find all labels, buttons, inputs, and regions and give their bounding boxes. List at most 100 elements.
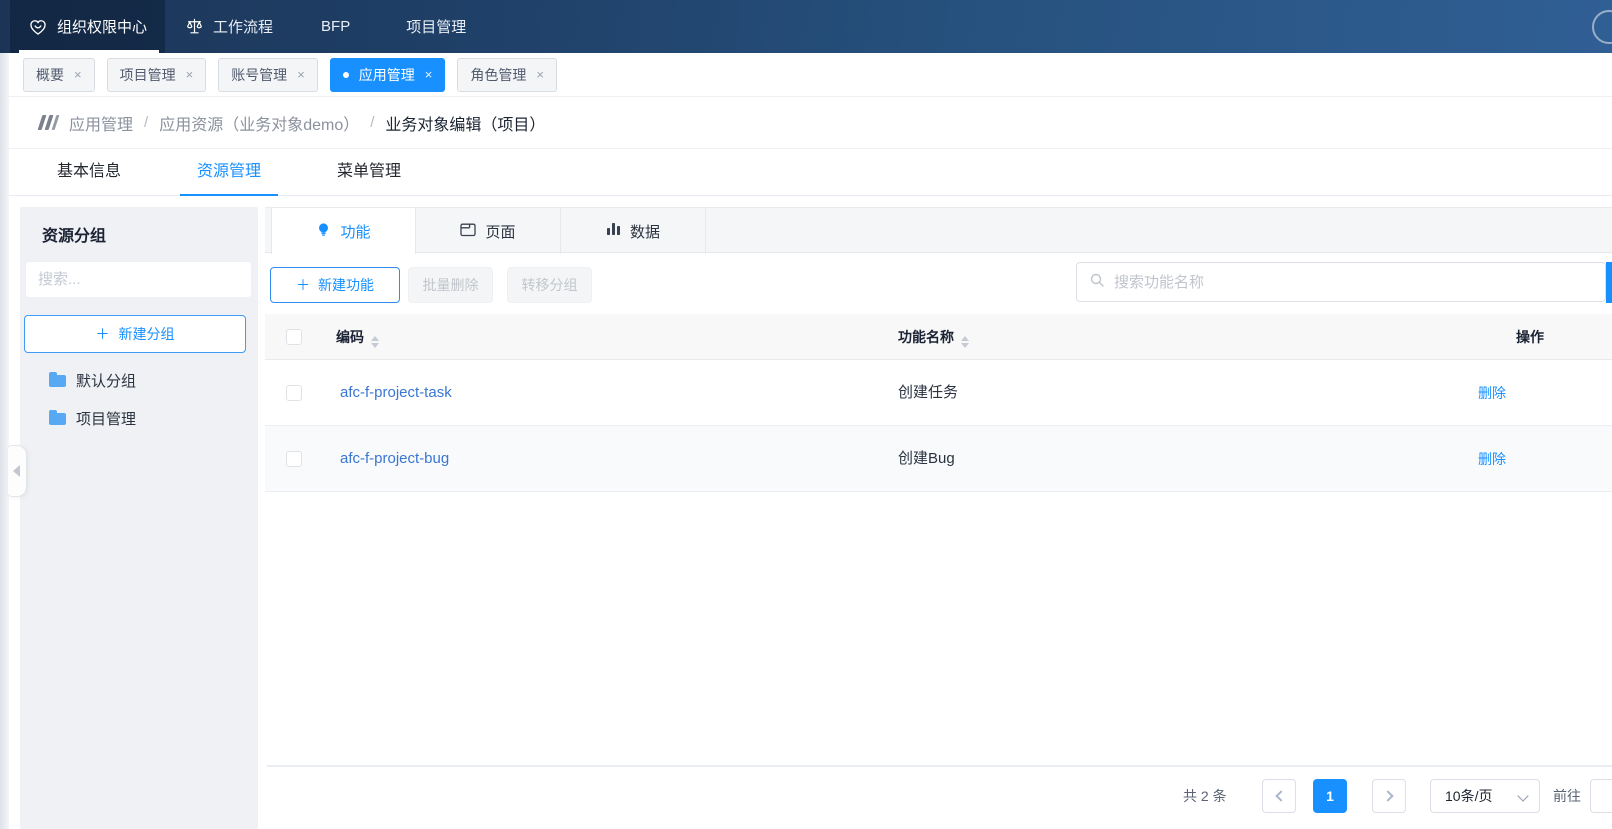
table-header: 编码 功能名称 操作 — [265, 314, 1612, 360]
sort-icon[interactable] — [961, 336, 969, 348]
function-code-link[interactable]: afc-f-project-bug — [340, 426, 449, 492]
tab-resource-management[interactable]: 资源管理 — [180, 149, 278, 195]
next-page-button[interactable] — [1372, 779, 1406, 813]
breadcrumb-item-current: 业务对象编辑（项目） — [385, 111, 545, 135]
app-window: 组织权限中心 工作流程 BFP 项目管理 概要 × 项目管理 × — [0, 0, 1612, 829]
group-item-project-management[interactable]: 项目管理 — [20, 403, 258, 433]
sidebar-title: 资源分组 — [42, 222, 106, 246]
batch-delete-button[interactable]: 批量删除 — [408, 267, 493, 303]
tab-label: 应用管理 — [359, 65, 415, 85]
column-header-name[interactable]: 功能名称 — [898, 314, 969, 360]
search-icon — [1089, 272, 1105, 293]
tab-label: 账号管理 — [231, 65, 287, 85]
new-group-label: 新建分组 — [119, 324, 175, 344]
resource-group-sidebar: 资源分组 ＋ 新建分组 默认分组 项目管理 — [20, 207, 258, 829]
sidebar-collapse-handle[interactable] — [8, 445, 27, 497]
select-all-checkbox[interactable] — [286, 329, 302, 345]
column-header-code[interactable]: 编码 — [336, 314, 379, 360]
breadcrumb: 应用管理 / 应用资源（业务对象demo） / 业务对象编辑（项目） — [0, 97, 1612, 149]
function-name: 创建Bug — [898, 426, 955, 492]
plus-icon: ＋ — [96, 324, 110, 344]
function-search-input[interactable] — [1114, 274, 1605, 291]
tab-basic-info[interactable]: 基本信息 — [40, 149, 138, 195]
tab-function[interactable]: 功能 — [271, 208, 416, 254]
sort-icon[interactable] — [371, 336, 379, 348]
close-icon[interactable]: × — [425, 68, 433, 81]
bar-chart-icon — [606, 222, 621, 240]
nav-item-workflow[interactable]: 工作流程 — [165, 0, 293, 53]
main-panel: 功能 页面 数据 ＋ 新建功能 批量删除 转移分组 — [265, 207, 1612, 829]
nav-item-label: BFP — [321, 18, 350, 35]
tab-label: 概要 — [36, 65, 64, 85]
new-group-button[interactable]: ＋ 新建分组 — [24, 315, 246, 353]
close-icon[interactable]: × — [186, 68, 194, 81]
function-code-link[interactable]: afc-f-project-task — [340, 360, 452, 426]
nav-item-label: 项目管理 — [406, 16, 466, 37]
new-function-label: 新建功能 — [318, 275, 374, 295]
nav-item-label: 组织权限中心 — [57, 16, 147, 37]
tab-label: 角色管理 — [470, 65, 526, 85]
nav-item-project-management[interactable]: 项目管理 — [378, 0, 494, 53]
close-icon[interactable]: × — [536, 68, 544, 81]
row-checkbox[interactable] — [286, 451, 302, 467]
group-item-default[interactable]: 默认分组 — [20, 365, 258, 395]
footer-divider — [267, 765, 1612, 767]
chevron-left-icon — [1275, 790, 1286, 801]
nav-item-bfp[interactable]: BFP — [293, 0, 378, 53]
nav-item-org-permission-center[interactable]: 组织权限中心 — [10, 0, 165, 53]
bulb-icon — [316, 222, 331, 241]
workspace-tab-app-management[interactable]: 应用管理 × — [330, 58, 446, 92]
table-row: afc-f-project-task 创建任务 删除 — [265, 360, 1612, 426]
table-row: afc-f-project-bug 创建Bug 删除 — [265, 426, 1612, 492]
workspace-tabbar: 概要 × 项目管理 × 账号管理 × 应用管理 × 角色管理 × — [0, 53, 1612, 97]
chevron-down-icon — [1517, 790, 1528, 801]
nav-item-label: 工作流程 — [213, 16, 273, 37]
page-number-button[interactable]: 1 — [1313, 779, 1347, 813]
tab-page[interactable]: 页面 — [416, 208, 561, 254]
prev-page-button[interactable] — [1262, 779, 1296, 813]
breadcrumb-item-app-resource[interactable]: 应用资源（业务对象demo） — [159, 111, 359, 135]
top-nav: 组织权限中心 工作流程 BFP 项目管理 — [0, 0, 1612, 53]
chevron-right-icon — [1382, 790, 1393, 801]
new-function-button[interactable]: ＋ 新建功能 — [270, 267, 400, 303]
resource-type-tabs: 功能 页面 数据 — [265, 207, 1612, 253]
plus-icon: ＋ — [296, 275, 310, 295]
workspace-tab-overview[interactable]: 概要 × — [23, 58, 95, 92]
breadcrumb-separator: / — [144, 114, 148, 131]
page-size-select[interactable]: 10条/页 — [1430, 779, 1540, 813]
folder-icon — [49, 375, 66, 387]
workspace-tab-role-management[interactable]: 角色管理 × — [457, 58, 557, 92]
scale-icon — [185, 17, 204, 36]
workspace-tab-account-management[interactable]: 账号管理 × — [218, 58, 318, 92]
function-name: 创建任务 — [898, 360, 958, 426]
left-edge-strip — [0, 53, 9, 829]
page-size-value: 10条/页 — [1445, 786, 1492, 806]
search-submit-button-cut[interactable] — [1606, 262, 1612, 303]
avatar[interactable] — [1592, 10, 1612, 44]
delete-link[interactable]: 删除 — [1478, 426, 1506, 492]
breadcrumb-bars-icon — [40, 115, 57, 130]
tab-data[interactable]: 数据 — [561, 208, 706, 254]
close-icon[interactable]: × — [74, 68, 82, 81]
column-header-action: 操作 — [1516, 314, 1544, 360]
group-search-input[interactable] — [25, 261, 252, 298]
heart-care-icon — [28, 17, 48, 37]
tab-menu-management[interactable]: 菜单管理 — [320, 149, 418, 195]
close-icon[interactable]: × — [297, 68, 305, 81]
workspace-tab-project-management[interactable]: 项目管理 × — [107, 58, 207, 92]
pagination-total: 共 2 条 — [1183, 779, 1227, 813]
row-checkbox[interactable] — [286, 385, 302, 401]
page-icon — [460, 222, 476, 241]
goto-label: 前往 — [1553, 779, 1581, 813]
function-search-box — [1076, 262, 1606, 302]
move-group-button[interactable]: 转移分组 — [507, 267, 592, 303]
tab-label: 项目管理 — [120, 65, 176, 85]
breadcrumb-separator: / — [370, 114, 374, 131]
folder-icon — [49, 413, 66, 425]
active-dot-icon — [343, 72, 349, 78]
page-tabs: 基本信息 资源管理 菜单管理 — [0, 149, 1612, 196]
breadcrumb-item-app-management[interactable]: 应用管理 — [69, 111, 133, 135]
goto-page-input[interactable] — [1590, 779, 1612, 813]
delete-link[interactable]: 删除 — [1478, 360, 1506, 426]
collapse-arrow-icon — [13, 465, 20, 477]
